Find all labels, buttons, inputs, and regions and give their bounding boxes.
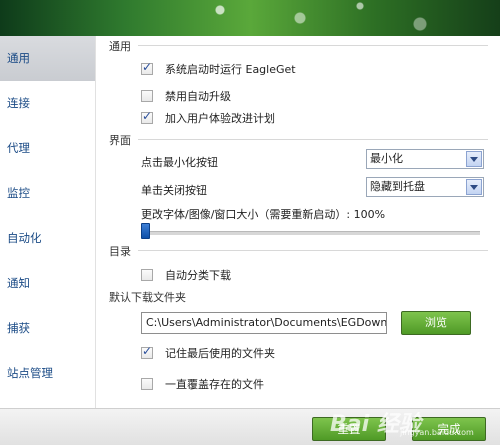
chevron-down-icon[interactable] [466,151,482,167]
browse-button[interactable]: 浏览 [401,311,471,335]
overwrite-label: 一直覆盖存在的文件 [165,378,264,391]
section-directory-label: 目录 [109,245,131,258]
scale-slider-handle[interactable] [141,223,150,239]
section-divider [138,45,488,46]
section-general-title: 通用 [109,38,131,54]
sidebar-item-site-manager[interactable]: 站点管理 [0,351,95,396]
auto-categorize-label: 自动分类下载 [165,269,231,282]
finish-button[interactable]: 完成 [412,417,486,441]
settings-panel: 通用 系统启动时运行 EagleGet 禁用自动升级 加入用户体验改进计划 界面… [95,36,500,408]
sidebar-item-automation[interactable]: 自动化 [0,216,95,261]
sidebar-item-monitor[interactable]: 监控 [0,171,95,216]
disable-update-checkbox[interactable] [141,90,153,102]
section-interface-label: 界面 [109,134,131,147]
auto-categorize-checkbox[interactable] [141,269,153,281]
settings-sidebar: 通用 连接 代理 监控 自动化 通知 捕获 站点管理 [0,36,95,408]
disable-update-label: 禁用自动升级 [165,90,231,103]
close-action-select[interactable]: 隐藏到托盘 [366,177,484,197]
chevron-down-icon[interactable] [466,179,482,195]
sidebar-item-capture[interactable]: 捕获 [0,306,95,351]
ux-program-checkbox[interactable] [141,109,153,124]
reset-button[interactable]: 重置 [312,417,386,441]
minimize-action-value: 最小化 [370,152,403,165]
startup-option[interactable]: 系统启动时运行 EagleGet [141,60,296,77]
sidebar-item-notification[interactable]: 通知 [0,261,95,306]
ux-program-option[interactable]: 加入用户体验改进计划 [141,109,275,126]
sidebar-item-connection[interactable]: 连接 [0,81,95,126]
startup-checkbox[interactable] [141,60,153,75]
overwrite-checkbox[interactable] [141,378,153,390]
section-directory-title: 目录 [109,243,131,259]
auto-categorize-option[interactable]: 自动分类下载 [141,267,231,283]
disable-update-option[interactable]: 禁用自动升级 [141,88,231,104]
ux-program-label: 加入用户体验改进计划 [165,112,275,125]
remember-folder-label: 记住最后使用的文件夹 [165,347,275,360]
header-banner [0,0,500,36]
footer-bar: 重置 完成 [0,408,500,445]
scale-slider-track[interactable] [142,231,480,235]
section-divider [138,250,488,251]
default-folder-label: 默认下载文件夹 [109,291,186,304]
minimize-button-label: 点击最小化按钮 [141,156,218,169]
remember-folder-option[interactable]: 记住最后使用的文件夹 [141,344,275,361]
section-general-label: 通用 [109,40,131,53]
close-button-label: 单击关闭按钮 [141,184,207,197]
startup-label: 系统启动时运行 EagleGet [165,63,296,76]
sidebar-item-general[interactable]: 通用 [0,36,95,81]
section-interface-title: 界面 [109,132,131,148]
close-action-value: 隐藏到托盘 [370,180,425,193]
section-divider [138,139,488,140]
scale-label: 更改字体/图像/窗口大小（需要重新启动）: 100% [141,208,386,221]
sidebar-item-proxy[interactable]: 代理 [0,126,95,171]
minimize-action-select[interactable]: 最小化 [366,149,484,169]
overwrite-option[interactable]: 一直覆盖存在的文件 [141,376,264,392]
default-folder-title: 默认下载文件夹 [109,289,186,305]
download-folder-input[interactable]: C:\Users\Administrator\Documents\EGDownl… [141,312,387,334]
remember-folder-checkbox[interactable] [141,344,153,359]
